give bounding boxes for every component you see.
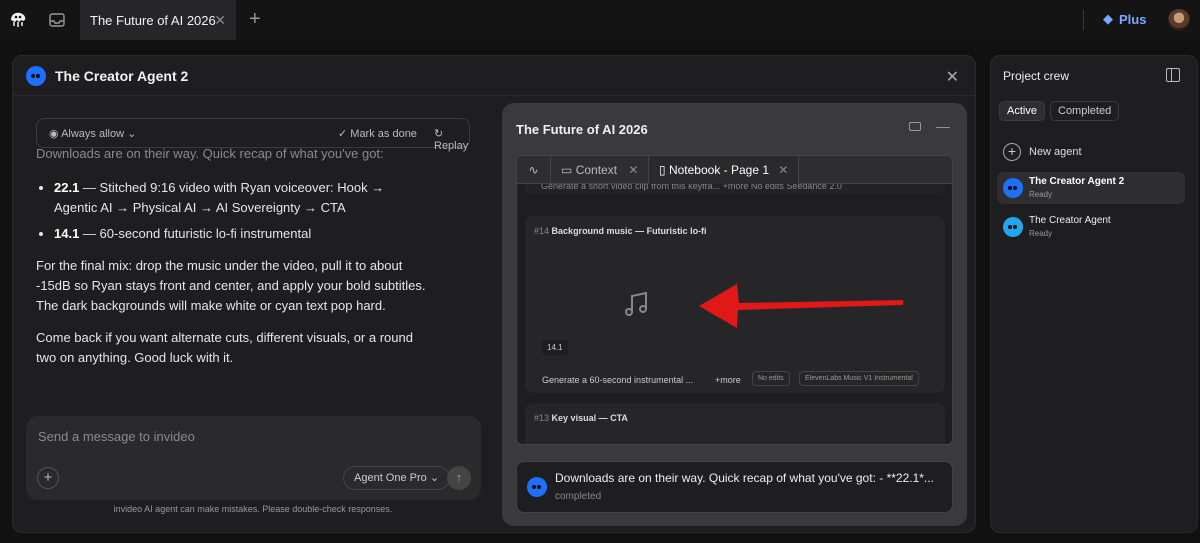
project-crew-panel: Project crew Active Completed + New agen… <box>990 55 1198 533</box>
mark-as-done-button[interactable]: ✓ Mark as done <box>338 127 417 140</box>
model-label: Agent One Pro <box>354 472 427 484</box>
send-icon[interactable]: ↑ <box>447 466 471 490</box>
message-toolbar: ◉ Always allow ⌄ ✓ Mark as done ↻ Replay <box>36 118 470 152</box>
notebook-title: The Future of AI 2026 <box>516 122 648 137</box>
tab-project[interactable]: The Future of AI 2026 ✕ <box>80 0 236 40</box>
app-logo-icon[interactable] <box>8 10 28 30</box>
music-note-icon <box>625 291 647 316</box>
crew-title: Project crew <box>1003 69 1070 83</box>
list-item: 14.1 — 60-second futuristic lo-fi instru… <box>54 224 426 244</box>
agent-name: The Creator Agent 2 <box>1029 176 1125 187</box>
calendar-icon: ▭ <box>561 163 573 177</box>
close-tab-icon[interactable]: ✕ <box>778 163 788 177</box>
message-composer: Send a message to invideo + Agent One Pr… <box>26 416 481 500</box>
tab-notebook[interactable]: ▯ Notebook - Page 1 ✕ <box>649 156 799 184</box>
card-number: #14 <box>534 226 550 236</box>
agent-avatar-icon <box>26 66 46 86</box>
divider <box>1083 10 1084 30</box>
card-title-text: Key visual — CTA <box>551 413 628 423</box>
item-version: 14.1 <box>54 226 80 241</box>
notebook-tabs: ∿ ▭ Context ✕ ▯ Notebook - Page 1 ✕ <box>517 156 952 184</box>
model-chip: ElevenLabs Music V1 Instrumental <box>799 371 919 386</box>
close-tab-icon[interactable]: ✕ <box>214 12 226 29</box>
edits-chip: No edits <box>752 371 790 386</box>
replay-icon: ↻ <box>434 128 444 140</box>
more-link[interactable]: +more <box>715 375 741 385</box>
message-paragraph: Come back if you want alternate cuts, di… <box>36 330 413 365</box>
sidebar-toggle-icon[interactable] <box>1166 68 1180 82</box>
done-label: Mark as done <box>350 128 417 140</box>
message-input[interactable]: Send a message to invideo <box>38 429 195 444</box>
card-title: #13 Key visual — CTA <box>534 413 628 423</box>
item-text: — 60-second futuristic lo-fi instrumenta… <box>79 226 312 241</box>
tab-completed[interactable]: Completed <box>1050 101 1120 121</box>
replay-label: Replay <box>434 140 469 152</box>
agent-avatar-icon <box>527 477 547 497</box>
tab-active[interactable]: Active <box>999 101 1045 121</box>
agent-panel-header: The Creator Agent 2 ✕ <box>13 56 975 96</box>
agent-message: Downloads are on their way. Quick recap … <box>36 144 426 368</box>
chevron-down-icon: ⌄ <box>429 472 440 484</box>
card-title: #14 Background music — Futuristic lo-fi <box>534 226 707 236</box>
prev-card-footer: Generate a short video clip from this ke… <box>525 184 945 194</box>
activity-icon[interactable]: ∿ <box>517 156 551 184</box>
model-select[interactable]: Agent One Pro ⌄ <box>343 466 451 490</box>
plan-label: Plus <box>1119 11 1147 27</box>
agent-avatar-icon <box>1003 178 1023 198</box>
status-sub: completed <box>555 491 602 502</box>
avatar[interactable] <box>1168 9 1190 31</box>
tab-context[interactable]: ▭ Context ✕ <box>551 156 649 184</box>
new-agent-button[interactable]: + New agent <box>1003 143 1082 161</box>
message-paragraph: For the final mix: drop the music under … <box>36 258 426 313</box>
agent-status: Ready <box>1029 229 1053 238</box>
crew-item[interactable]: The Creator Agent Ready <box>997 211 1185 243</box>
tab-title: The Future of AI 2026 <box>90 12 216 28</box>
agent-avatar-icon <box>1003 217 1023 237</box>
disclaimer: invideo AI agent can make mistakes. Plea… <box>113 504 393 514</box>
tab-label: Notebook - Page 1 <box>668 163 770 177</box>
card-number: #13 <box>534 413 550 423</box>
plus-icon: + <box>1003 143 1021 161</box>
tab-label: Context <box>575 163 618 177</box>
eye-icon: ◉ <box>49 128 59 140</box>
message-list: 22.1 — Stitched 9:16 video with Ryan voi… <box>54 178 426 244</box>
item-version: 22.1 <box>54 180 80 195</box>
inbox-icon[interactable] <box>48 11 66 29</box>
card-title-text: Background music — Futuristic lo-fi <box>551 226 707 236</box>
asset-card[interactable]: #13 Key visual — CTA <box>525 403 945 444</box>
status-card[interactable]: Downloads are on their way. Quick recap … <box>516 461 953 513</box>
add-attachment-icon[interactable]: + <box>37 467 59 489</box>
chevron-down-icon: ⌄ <box>127 128 137 140</box>
replay-button[interactable]: ↻ Replay <box>434 127 469 152</box>
agent-title: The Creator Agent 2 <box>55 68 189 84</box>
crew-item[interactable]: The Creator Agent 2 Ready <box>997 172 1185 204</box>
status-text: Downloads are on their way. Quick recap … <box>555 471 934 485</box>
new-tab-icon[interactable]: + <box>249 8 261 31</box>
diamond-icon: ◆ <box>1103 11 1113 26</box>
always-allow-dropdown[interactable]: ◉ Always allow ⌄ <box>49 127 136 140</box>
document-icon: ▯ <box>659 163 666 177</box>
close-icon[interactable]: ✕ <box>946 67 959 87</box>
allow-label: Always allow <box>61 128 125 140</box>
list-item: 22.1 — Stitched 9:16 video with Ryan voi… <box>54 178 426 218</box>
plus-plan-button[interactable]: ◆ Plus <box>1103 11 1146 27</box>
new-agent-label: New agent <box>1029 146 1082 158</box>
version-badge: 14.1 <box>542 340 568 355</box>
agent-name: The Creator Agent <box>1029 215 1111 226</box>
minimize-icon[interactable]: — <box>936 118 950 134</box>
agent-status: Ready <box>1029 190 1053 199</box>
check-icon: ✓ <box>338 128 348 140</box>
item-text: — Stitched 9:16 video with Ryan voiceove… <box>54 180 385 215</box>
top-bar: The Future of AI 2026 ✕ + ◆ Plus <box>0 0 1200 40</box>
annotation-arrow-icon <box>699 284 903 328</box>
monitor-icon[interactable] <box>909 122 921 131</box>
close-tab-icon[interactable]: ✕ <box>628 163 638 177</box>
card-prompt: Generate a 60-second instrumental ... <box>542 375 694 385</box>
